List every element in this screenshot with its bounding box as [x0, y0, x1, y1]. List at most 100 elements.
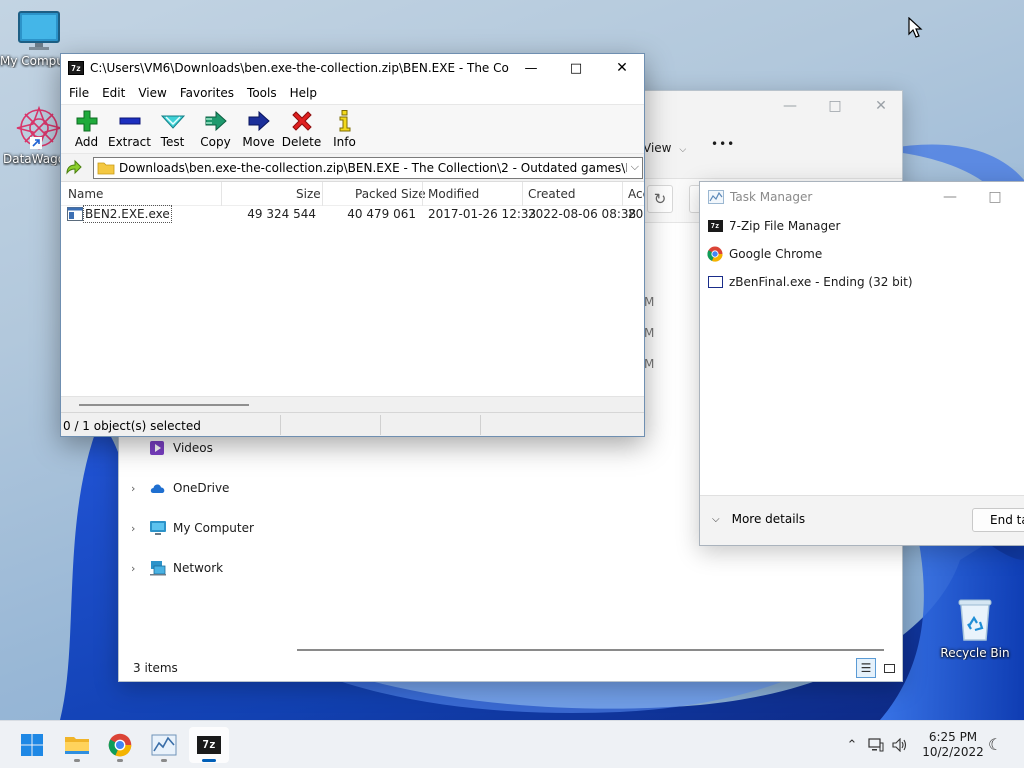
column-divider[interactable]: [622, 182, 623, 206]
task-item-chrome[interactable]: Google Chrome: [707, 242, 822, 266]
task-manager-title: Task Manager: [730, 190, 813, 204]
more-details-toggle[interactable]: ⌵ More details: [712, 512, 805, 526]
volume-icon[interactable]: [888, 738, 912, 752]
show-hidden-icons-chevron-icon[interactable]: ⌃: [840, 738, 864, 753]
delete-button[interactable]: Delete: [280, 105, 323, 153]
task-manager-titlebar[interactable]: Task Manager — □: [700, 182, 1024, 212]
taskbar-7zip[interactable]: 7z: [189, 727, 229, 763]
7zip-app-icon: 7z: [68, 61, 84, 75]
horizontal-scrollbar[interactable]: [61, 396, 644, 413]
column-divider[interactable]: [522, 182, 523, 206]
path-combobox[interactable]: Downloads\ben.exe-the-collection.zip\BEN…: [93, 157, 643, 179]
menu-help[interactable]: Help: [285, 86, 322, 100]
column-accessed[interactable]: Accessed: [628, 187, 644, 201]
taskbar-task-manager[interactable]: [144, 727, 184, 763]
taskbar-file-explorer[interactable]: [57, 727, 97, 763]
nav-item-network[interactable]: › Network: [131, 555, 223, 581]
test-button[interactable]: Test: [151, 105, 194, 153]
nav-item-onedrive[interactable]: › OneDrive: [131, 475, 229, 501]
exe-file-icon: [67, 207, 83, 221]
address-bar: Downloads\ben.exe-the-collection.zip\BEN…: [61, 154, 644, 182]
view-menu-button[interactable]: View ⌵: [643, 141, 686, 155]
file-packed-size-cell: 40 479 061: [347, 207, 416, 221]
taskbar-clock[interactable]: 6:25 PM 10/2/2022: [920, 730, 986, 760]
extract-button[interactable]: Extract: [108, 105, 151, 153]
column-packed-size[interactable]: Packed Size: [355, 187, 426, 201]
7zip-toolbar: Add Extract Test Copy Move Delete Info: [61, 104, 644, 154]
double-arrow-right-icon: [205, 110, 227, 132]
file-row[interactable]: BEN2.EXE.exe 49 324 544 40 479 061 2017-…: [61, 204, 644, 224]
datawagon-icon: [16, 105, 62, 151]
task-item-label: zBenFinal.exe - Ending (32 bit): [729, 275, 913, 289]
add-button[interactable]: Add: [65, 105, 108, 153]
window-icon: [707, 274, 723, 290]
copy-button[interactable]: Copy: [194, 105, 237, 153]
task-manager-window[interactable]: Task Manager — □ 7z 7-Zip File Manager G…: [699, 181, 1024, 546]
task-manager-maximize-button[interactable]: □: [972, 182, 1018, 212]
info-button[interactable]: Info: [323, 105, 366, 153]
file-modified-cell: 2017-01-26 12:33: [428, 207, 537, 221]
copy-label: Copy: [200, 135, 231, 149]
add-label: Add: [74, 135, 99, 149]
task-manager-footer: ⌵ More details End task: [700, 495, 1024, 545]
details-view-icon: ☰: [860, 661, 872, 675]
nav-item-videos[interactable]: Videos: [149, 435, 213, 461]
search-box[interactable]: [689, 185, 699, 213]
running-indicator: [161, 759, 167, 762]
network-status-icon[interactable]: [864, 738, 888, 752]
start-button[interactable]: [12, 727, 52, 763]
desktop-icon-label: DataWagon: [3, 152, 61, 166]
7zip-titlebar[interactable]: 7z C:\Users\VM6\Downloads\ben.exe-the-co…: [61, 54, 644, 82]
menu-tools[interactable]: Tools: [242, 86, 282, 100]
explorer-maximize-button[interactable]: □: [812, 91, 858, 121]
info-label: Info: [333, 135, 356, 149]
task-manager-icon: [708, 190, 724, 204]
explorer-minimize-button[interactable]: —: [767, 91, 813, 121]
taskbar-chrome[interactable]: [100, 727, 140, 763]
column-divider[interactable]: [422, 182, 423, 206]
column-modified[interactable]: Modified: [428, 187, 479, 201]
dropdown-chevron-icon[interactable]: ⌵: [631, 160, 639, 174]
7zip-maximize-button[interactable]: □: [553, 54, 599, 82]
view-menu-label: View: [643, 141, 672, 155]
more-options-button[interactable]: •••: [711, 137, 735, 151]
minus-icon: [119, 117, 140, 125]
column-divider[interactable]: [322, 182, 323, 206]
task-item-zbenfinal[interactable]: zBenFinal.exe - Ending (32 bit): [707, 270, 913, 294]
move-button[interactable]: Move: [237, 105, 280, 153]
column-created[interactable]: Created: [528, 187, 576, 201]
explorer-close-button[interactable]: ✕: [858, 91, 904, 121]
menu-favorites[interactable]: Favorites: [175, 86, 239, 100]
menu-file[interactable]: File: [64, 86, 94, 100]
7zip-minimize-button[interactable]: —: [508, 54, 554, 82]
chrome-icon: [108, 733, 132, 757]
clock-time: 6:25 PM: [928, 730, 978, 744]
column-divider[interactable]: [221, 182, 222, 206]
task-item-7zip[interactable]: 7z 7-Zip File Manager: [707, 214, 840, 238]
horizontal-scrollbar[interactable]: [297, 649, 884, 651]
7zip-menu-bar: File Edit View Favorites Tools Help: [61, 82, 644, 104]
checkmark-icon: [160, 115, 185, 129]
nav-item-my-computer[interactable]: › My Computer: [131, 515, 254, 541]
info-icon: [339, 110, 350, 132]
7zip-window[interactable]: 7z C:\Users\VM6\Downloads\ben.exe-the-co…: [60, 53, 645, 437]
task-item-label: 7-Zip File Manager: [729, 219, 841, 233]
task-manager-icon: [151, 734, 177, 756]
folder-up-icon[interactable]: [65, 159, 83, 177]
menu-edit[interactable]: Edit: [97, 86, 130, 100]
status-divider: [280, 415, 281, 435]
end-task-button[interactable]: End task: [972, 508, 1024, 532]
7zip-close-button[interactable]: ✕: [599, 54, 645, 82]
menu-view[interactable]: View: [133, 86, 171, 100]
column-size[interactable]: Size: [296, 187, 321, 201]
column-name[interactable]: Name: [68, 187, 103, 201]
tiles-view-button[interactable]: [879, 658, 899, 678]
notification-moon-icon[interactable]: ☾: [988, 735, 1002, 754]
refresh-button[interactable]: ↻: [647, 185, 673, 213]
windows-logo-icon: [21, 734, 43, 756]
desktop-icon-recycle-bin[interactable]: Recycle Bin: [936, 596, 1014, 660]
scrollbar-thumb[interactable]: [79, 404, 249, 406]
details-view-button[interactable]: ☰: [856, 658, 876, 678]
task-manager-minimize-button[interactable]: —: [927, 182, 973, 212]
file-list-header: Name Size Packed Size Modified Created A…: [61, 182, 644, 206]
